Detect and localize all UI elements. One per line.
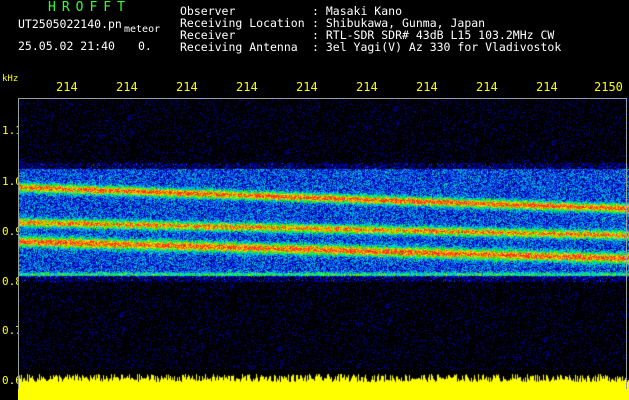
antenna-value: : 3el Yagi(V) Az 330 for Vladivostok <box>312 40 562 54</box>
file-name: UT2505022140.pn <box>18 17 122 31</box>
time-tick: 214 <box>236 80 258 94</box>
antenna-label: Receiving Antenna <box>180 40 298 54</box>
time-tick: 214 <box>116 80 138 94</box>
mode-label: meteor <box>124 24 161 35</box>
time-tick: 214 <box>416 80 438 94</box>
y-axis-unit: kHz <box>2 74 19 84</box>
time-tick: 2150 <box>594 80 623 94</box>
datetime-readout: 25.05.02 21:40 <box>18 39 115 53</box>
time-tick: 214 <box>536 80 558 94</box>
value-readout: 0. <box>138 39 152 53</box>
spectrogram-plot <box>18 98 629 370</box>
time-tick: 214 <box>176 80 198 94</box>
app-title: HROFFT <box>48 0 131 15</box>
time-tick: 214 <box>356 80 378 94</box>
time-tick: 214 <box>296 80 318 94</box>
time-tick: 214 <box>476 80 498 94</box>
time-tick: 214 <box>56 80 78 94</box>
signal-level-strip <box>18 370 629 400</box>
